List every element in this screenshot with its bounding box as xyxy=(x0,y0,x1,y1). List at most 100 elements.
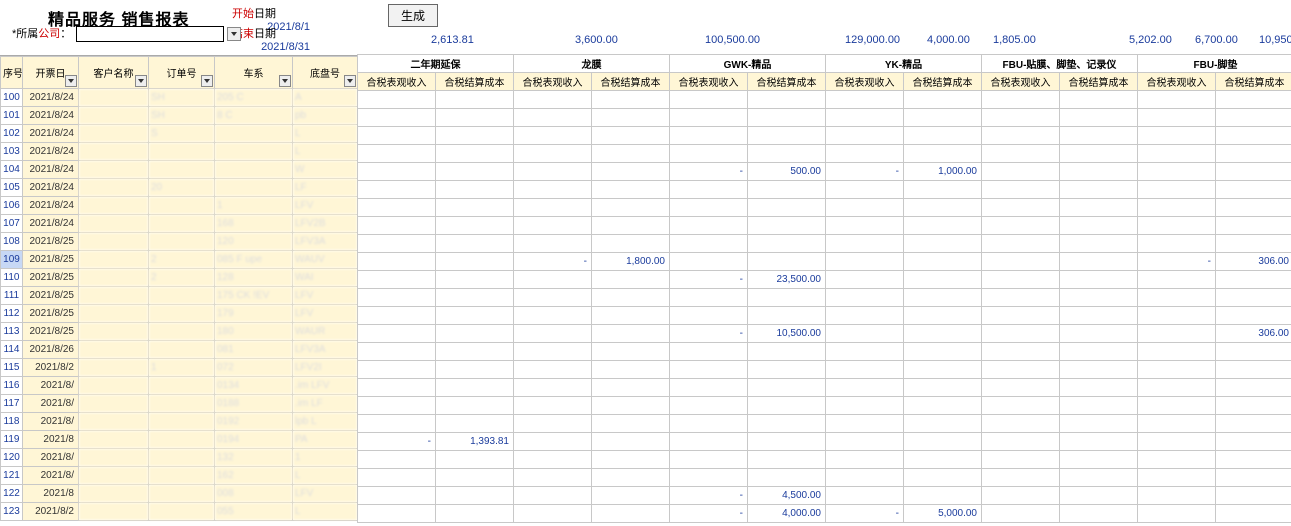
table-row[interactable]: 1132021/8/25180WAUR xyxy=(1,323,358,341)
table-row[interactable]: 1172021/8/0188.im LF xyxy=(1,395,358,413)
filter-icon[interactable] xyxy=(135,75,147,87)
data-cell xyxy=(436,271,514,289)
group-header: YK-精品 xyxy=(826,55,982,73)
filter-icon[interactable] xyxy=(344,75,356,87)
table-row[interactable]: 1012021/8/24SH8 Cpb xyxy=(1,107,358,125)
sub-header: 合税表观收入 xyxy=(982,73,1060,91)
data-cell xyxy=(826,271,904,289)
filter-icon[interactable] xyxy=(65,75,77,87)
table-row[interactable]: 1122021/8/25179LFV xyxy=(1,305,358,323)
table-row[interactable]: 1102021/8/252128WAI xyxy=(1,269,358,287)
row-date: 2021/8/25 xyxy=(23,287,79,305)
data-cell xyxy=(982,361,1060,379)
table-row[interactable]: 1032021/8/24L xyxy=(1,143,358,161)
row-series: 072 xyxy=(215,359,293,377)
data-row[interactable]: -1,800.00-306.00 xyxy=(358,253,1291,271)
data-row[interactable] xyxy=(358,469,1291,487)
data-row[interactable] xyxy=(358,397,1291,415)
table-row[interactable]: 1232021/8/2055L xyxy=(1,503,358,521)
data-row[interactable]: -23,500.00 xyxy=(358,271,1291,289)
data-cell xyxy=(514,145,592,163)
table-row[interactable]: 1042021/8/24W xyxy=(1,161,358,179)
table-row[interactable]: 1072021/8/24168LFV2B xyxy=(1,215,358,233)
data-row[interactable] xyxy=(358,343,1291,361)
data-row[interactable]: -10,500.00306.00- xyxy=(358,325,1291,343)
data-row[interactable] xyxy=(358,181,1291,199)
row-seq: 117 xyxy=(1,395,23,413)
data-cell xyxy=(514,415,592,433)
table-row[interactable]: 1192021/80194PA xyxy=(1,431,358,449)
col-customer[interactable]: 客户名称 xyxy=(79,57,149,89)
data-row[interactable] xyxy=(358,127,1291,145)
data-cell xyxy=(748,145,826,163)
data-cell xyxy=(670,235,748,253)
data-cell: 1,800.00 xyxy=(592,253,670,271)
data-row[interactable]: -500.00-1,000.00 xyxy=(358,163,1291,181)
data-cell xyxy=(904,307,982,325)
col-invoice-date[interactable]: 开票日 xyxy=(23,57,79,89)
data-cell xyxy=(1060,127,1138,145)
table-row[interactable]: 1112021/8/25175 CK !EVLFV xyxy=(1,287,358,305)
end-date-value[interactable]: 2021/8/31 xyxy=(256,41,310,53)
table-row[interactable]: 1092021/8/252085 F upeWAUV xyxy=(1,251,358,269)
data-row[interactable] xyxy=(358,91,1291,109)
data-row[interactable]: -4,500.00 xyxy=(358,487,1291,505)
data-row[interactable] xyxy=(358,361,1291,379)
data-cell xyxy=(592,505,670,523)
row-date: 2021/8/25 xyxy=(23,233,79,251)
row-chassis: LFV3A xyxy=(293,341,358,359)
data-cell xyxy=(1138,91,1216,109)
table-row[interactable]: 1212021/8/162L xyxy=(1,467,358,485)
data-cell xyxy=(436,379,514,397)
row-customer xyxy=(79,305,149,323)
data-cell xyxy=(514,343,592,361)
row-customer xyxy=(79,287,149,305)
data-row[interactable] xyxy=(358,307,1291,325)
generate-button[interactable]: 生成 xyxy=(388,4,438,27)
company-dropdown-icon[interactable] xyxy=(227,27,241,41)
row-chassis: WAUV xyxy=(293,251,358,269)
table-row[interactable]: 1142021/8/26081LFV3A xyxy=(1,341,358,359)
row-series: 132 xyxy=(215,449,293,467)
data-row[interactable] xyxy=(358,415,1291,433)
data-row[interactable]: -4,000.00-5,000.00 xyxy=(358,505,1291,523)
table-row[interactable]: 1152021/8/21072LFV2I xyxy=(1,359,358,377)
table-row[interactable]: 1022021/8/24SL xyxy=(1,125,358,143)
data-cell xyxy=(670,127,748,145)
table-row[interactable]: 1052021/8/2420LF xyxy=(1,179,358,197)
data-row[interactable] xyxy=(358,217,1291,235)
table-row[interactable]: 1182021/8/0192lpb L xyxy=(1,413,358,431)
data-row[interactable] xyxy=(358,235,1291,253)
filter-icon[interactable] xyxy=(279,75,291,87)
filter-icon[interactable] xyxy=(201,75,213,87)
col-series[interactable]: 车系 xyxy=(215,57,293,89)
table-row[interactable]: 1002021/8/24SH205 CA xyxy=(1,89,358,107)
data-row[interactable]: -1,393.81 xyxy=(358,433,1291,451)
col-seq[interactable]: 序号 xyxy=(1,57,23,89)
data-row[interactable] xyxy=(358,379,1291,397)
data-row[interactable] xyxy=(358,451,1291,469)
row-order xyxy=(149,143,215,161)
row-order xyxy=(149,395,215,413)
data-cell xyxy=(670,217,748,235)
row-order: 20 xyxy=(149,179,215,197)
data-cell xyxy=(1216,433,1291,451)
data-row[interactable] xyxy=(358,145,1291,163)
row-order: 2 xyxy=(149,251,215,269)
data-cell xyxy=(592,343,670,361)
table-row[interactable]: 1202021/8/1321 xyxy=(1,449,358,467)
data-cell xyxy=(1216,343,1291,361)
col-order-no[interactable]: 订单号 xyxy=(149,57,215,89)
data-row[interactable] xyxy=(358,109,1291,127)
table-row[interactable]: 1082021/8/25120LFV3A xyxy=(1,233,358,251)
data-cell xyxy=(1216,91,1291,109)
col-chassis[interactable]: 底盘号 xyxy=(293,57,358,89)
data-cell: - xyxy=(670,163,748,181)
table-row[interactable]: 1062021/8/241LFV xyxy=(1,197,358,215)
data-row[interactable] xyxy=(358,289,1291,307)
data-row[interactable] xyxy=(358,199,1291,217)
table-row[interactable]: 1222021/8008LFV xyxy=(1,485,358,503)
table-row[interactable]: 1162021/8/0134.im LFV xyxy=(1,377,358,395)
company-input[interactable] xyxy=(76,26,224,42)
row-chassis: pb xyxy=(293,107,358,125)
